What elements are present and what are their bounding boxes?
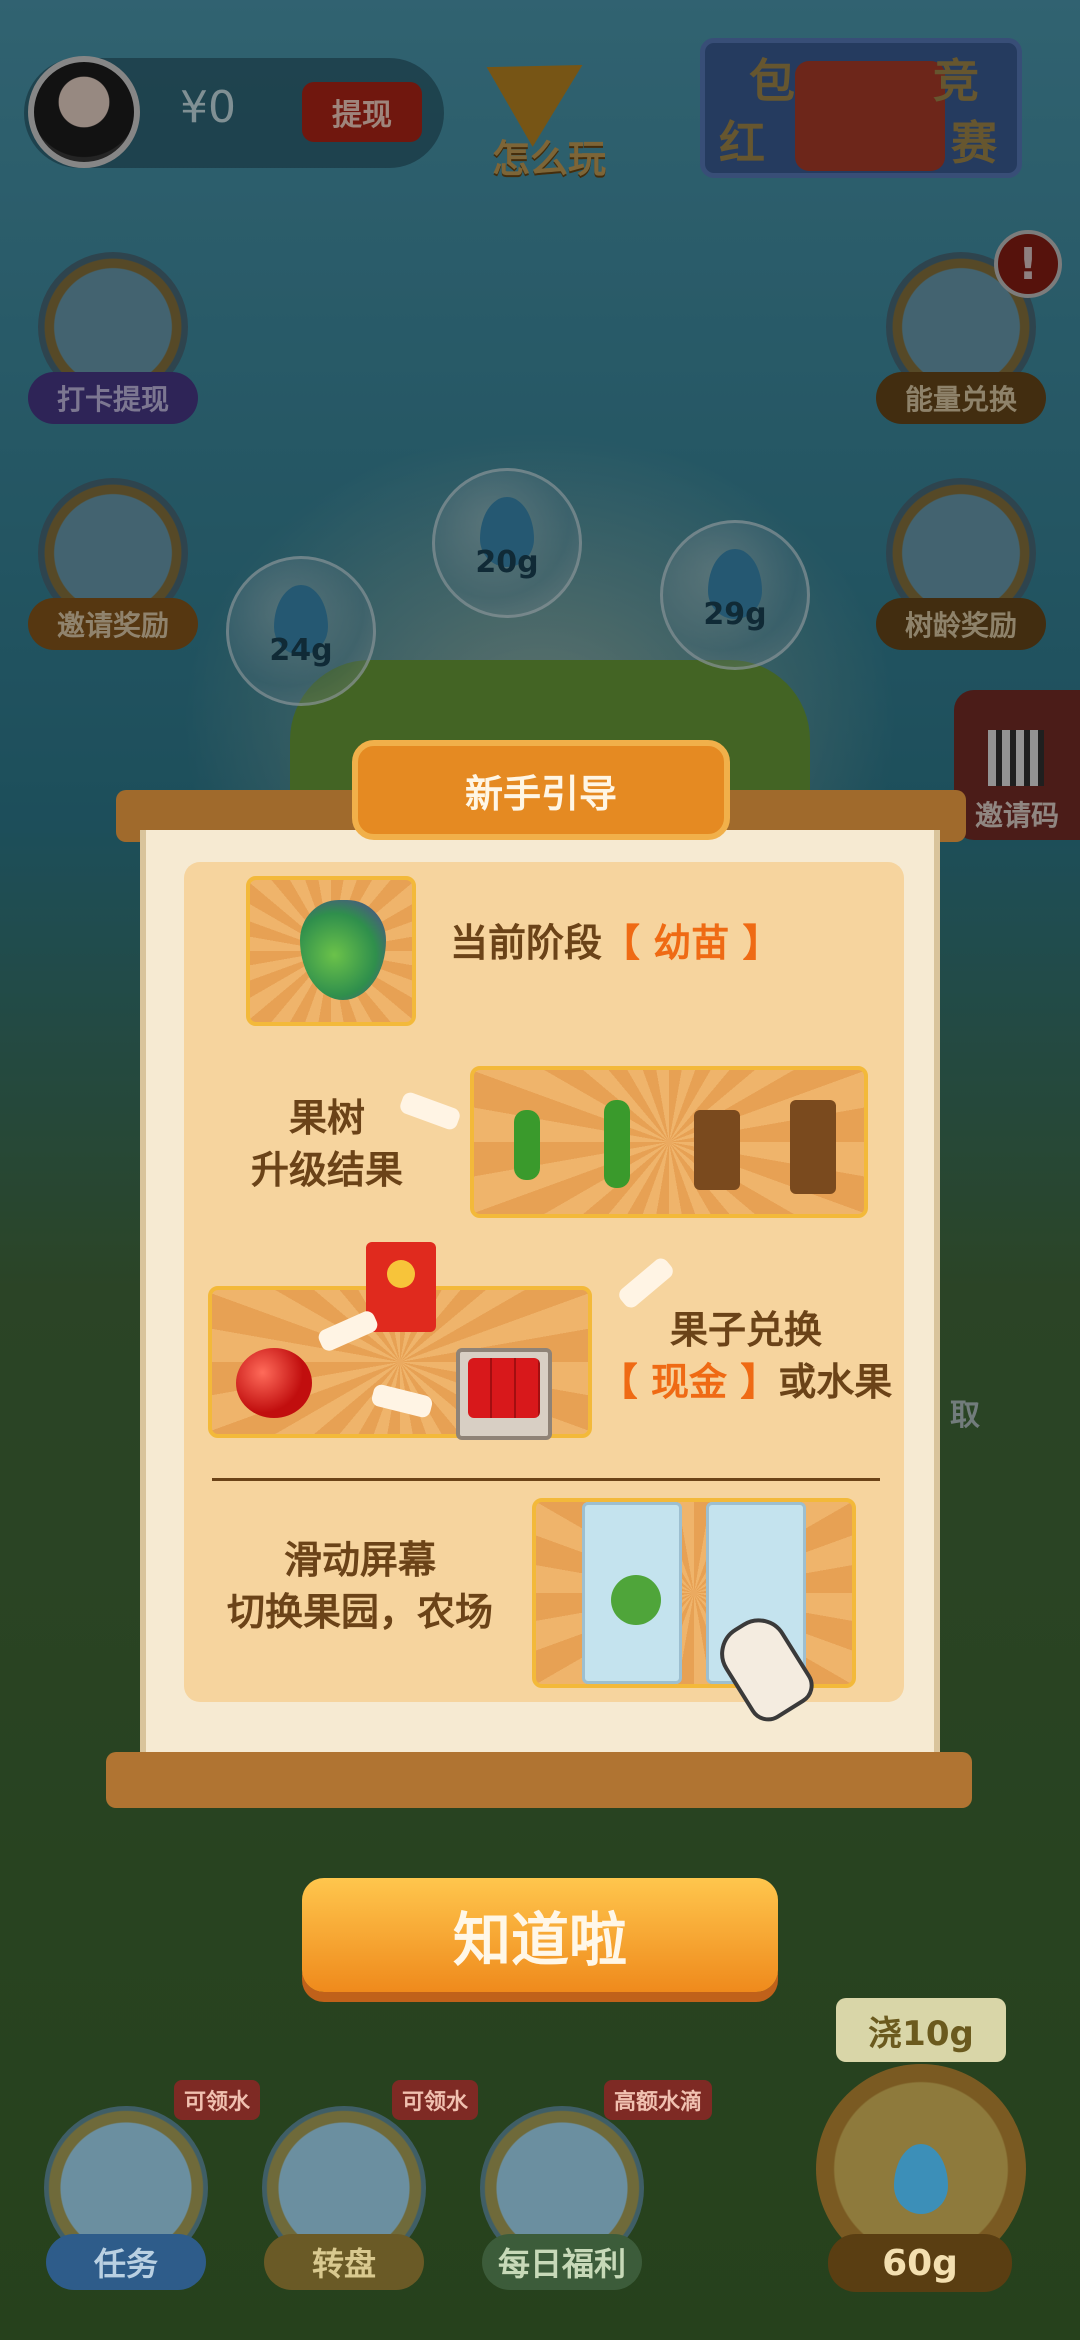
wheel-label[interactable]: 转盘 [264,2234,424,2290]
guide-title-plaque: 新手引导 [352,740,730,840]
sapling-icon [604,1100,630,1188]
young-tree-icon [694,1110,740,1190]
step-exchange-line2-rest: 或水果 [778,1360,893,1404]
stage-value: 【 幼苗 】 [602,921,781,965]
guide-title: 新手引导 [464,771,617,816]
step-upgrade-line2: 升级结果 [250,1148,403,1192]
step-swipe-line2: 切换果园，农场 [226,1590,493,1634]
daily-bonus-tag: 高额水滴 [604,2080,713,2120]
water-10g-tag: 浇10g [836,1998,1006,2062]
daily-bonus-label[interactable]: 每日福利 [482,2234,642,2290]
water-amount-label: 60g [828,2234,1012,2292]
step-exchange-line1: 果子兑换 [669,1308,822,1352]
grown-tree-icon [790,1100,836,1194]
step-exchange-text: 果子兑换 【 现金 】或水果 [596,1304,896,1408]
current-stage-text: 当前阶段【 幼苗 】 [450,912,780,967]
guide-divider [212,1478,880,1481]
crate-apples-icon [468,1358,540,1418]
step-exchange-line2: 【 现金 】或水果 [596,1356,896,1408]
stage-prefix: 当前阶段 [450,921,603,965]
swipe-demo-image [532,1498,856,1688]
apple-icon [236,1348,312,1418]
orchard-screen-thumb [582,1502,682,1684]
red-packet-icon [366,1242,436,1332]
step-swipe-line1: 滑动屏幕 [283,1538,436,1582]
coin-icon [387,1260,415,1288]
sprout-icon [514,1110,540,1180]
scroll-rod-bottom [106,1752,972,1808]
tasks-label[interactable]: 任务 [46,2234,206,2290]
got-it-button[interactable]: 知道啦 [302,1878,778,1992]
step-swipe-text: 滑动屏幕 切换果园，农场 [200,1534,520,1638]
apple-crate-icon [456,1348,552,1440]
wheel-tag: 可领水 [392,2080,479,2120]
cash-highlight: 【 现金 】 [599,1360,779,1404]
step-upgrade-line1: 果树 [288,1096,365,1140]
tasks-tag: 可领水 [174,2080,261,2120]
got-it-label: 知道啦 [452,1906,627,1974]
water-drop-icon [894,2143,948,2214]
tree-thumb-icon [611,1575,661,1625]
